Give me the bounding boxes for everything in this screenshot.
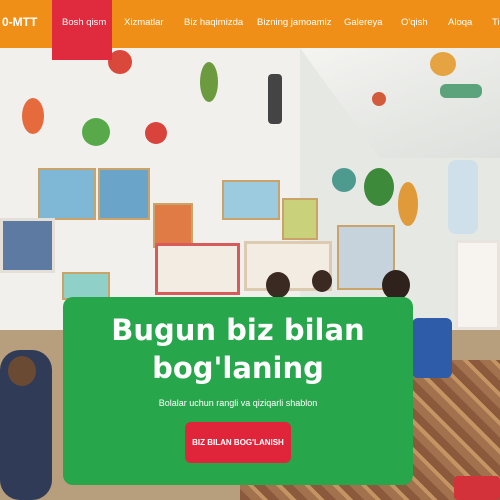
wall-poster <box>38 168 96 220</box>
child-figure <box>312 270 332 292</box>
wall-sticker <box>364 168 394 206</box>
wall-sticker <box>82 118 110 146</box>
wall-sticker <box>440 84 482 98</box>
hero-title-line-1: Bugun biz bilan <box>111 313 365 347</box>
wall-sticker <box>372 92 386 106</box>
nav-about[interactable]: Biz haqimizda <box>184 0 243 48</box>
wall-sticker <box>398 182 418 226</box>
wall-poster <box>222 180 280 220</box>
hero-title-line-2: bog'laning <box>152 351 324 385</box>
nav-gallery[interactable]: Galereya <box>344 0 383 48</box>
contact-us-button[interactable]: BIZ BILAN BOG'LANISH <box>185 422 291 463</box>
hero-title: Bugun biz bilan bog'laning <box>63 311 413 387</box>
child-figure <box>8 356 36 386</box>
toy-shelf <box>155 243 240 295</box>
wall-sticker <box>200 62 218 102</box>
wall-poster <box>153 203 193 248</box>
top-navbar: 0-MTT Bosh qism Xizmatlar Biz haqimizda … <box>0 0 500 60</box>
child-figure <box>266 272 290 298</box>
wall-sticker <box>22 98 44 134</box>
wall-sticker <box>332 168 356 192</box>
hero-subtitle: Bolalar uchun rangli va qiziqarli shablo… <box>158 398 318 408</box>
site-logo[interactable]: 0-MTT <box>0 0 37 48</box>
wall-poster <box>62 272 110 300</box>
wall-sticker <box>268 74 282 124</box>
wall-sticker <box>448 160 478 234</box>
nav-home[interactable]: Bosh qism <box>52 0 112 60</box>
nav-contact[interactable]: Aloqa <box>448 0 472 48</box>
child-figure <box>382 270 410 300</box>
nav-language[interactable]: Ti <box>492 0 500 48</box>
book-rack <box>0 218 55 273</box>
wall-poster <box>282 198 318 240</box>
cabinet <box>455 240 500 330</box>
wall-sticker <box>145 122 167 144</box>
hero-card: Bugun biz bilan bog'laning Bolalar uchun… <box>63 297 413 485</box>
wall-sticker <box>430 52 456 76</box>
nav-team[interactable]: Bizning jamoamiz <box>257 0 331 48</box>
wall-poster <box>98 168 150 220</box>
chair <box>454 476 500 500</box>
nav-education[interactable]: O'qish <box>401 0 428 48</box>
chair <box>412 318 452 378</box>
nav-services[interactable]: Xizmatlar <box>124 0 164 48</box>
